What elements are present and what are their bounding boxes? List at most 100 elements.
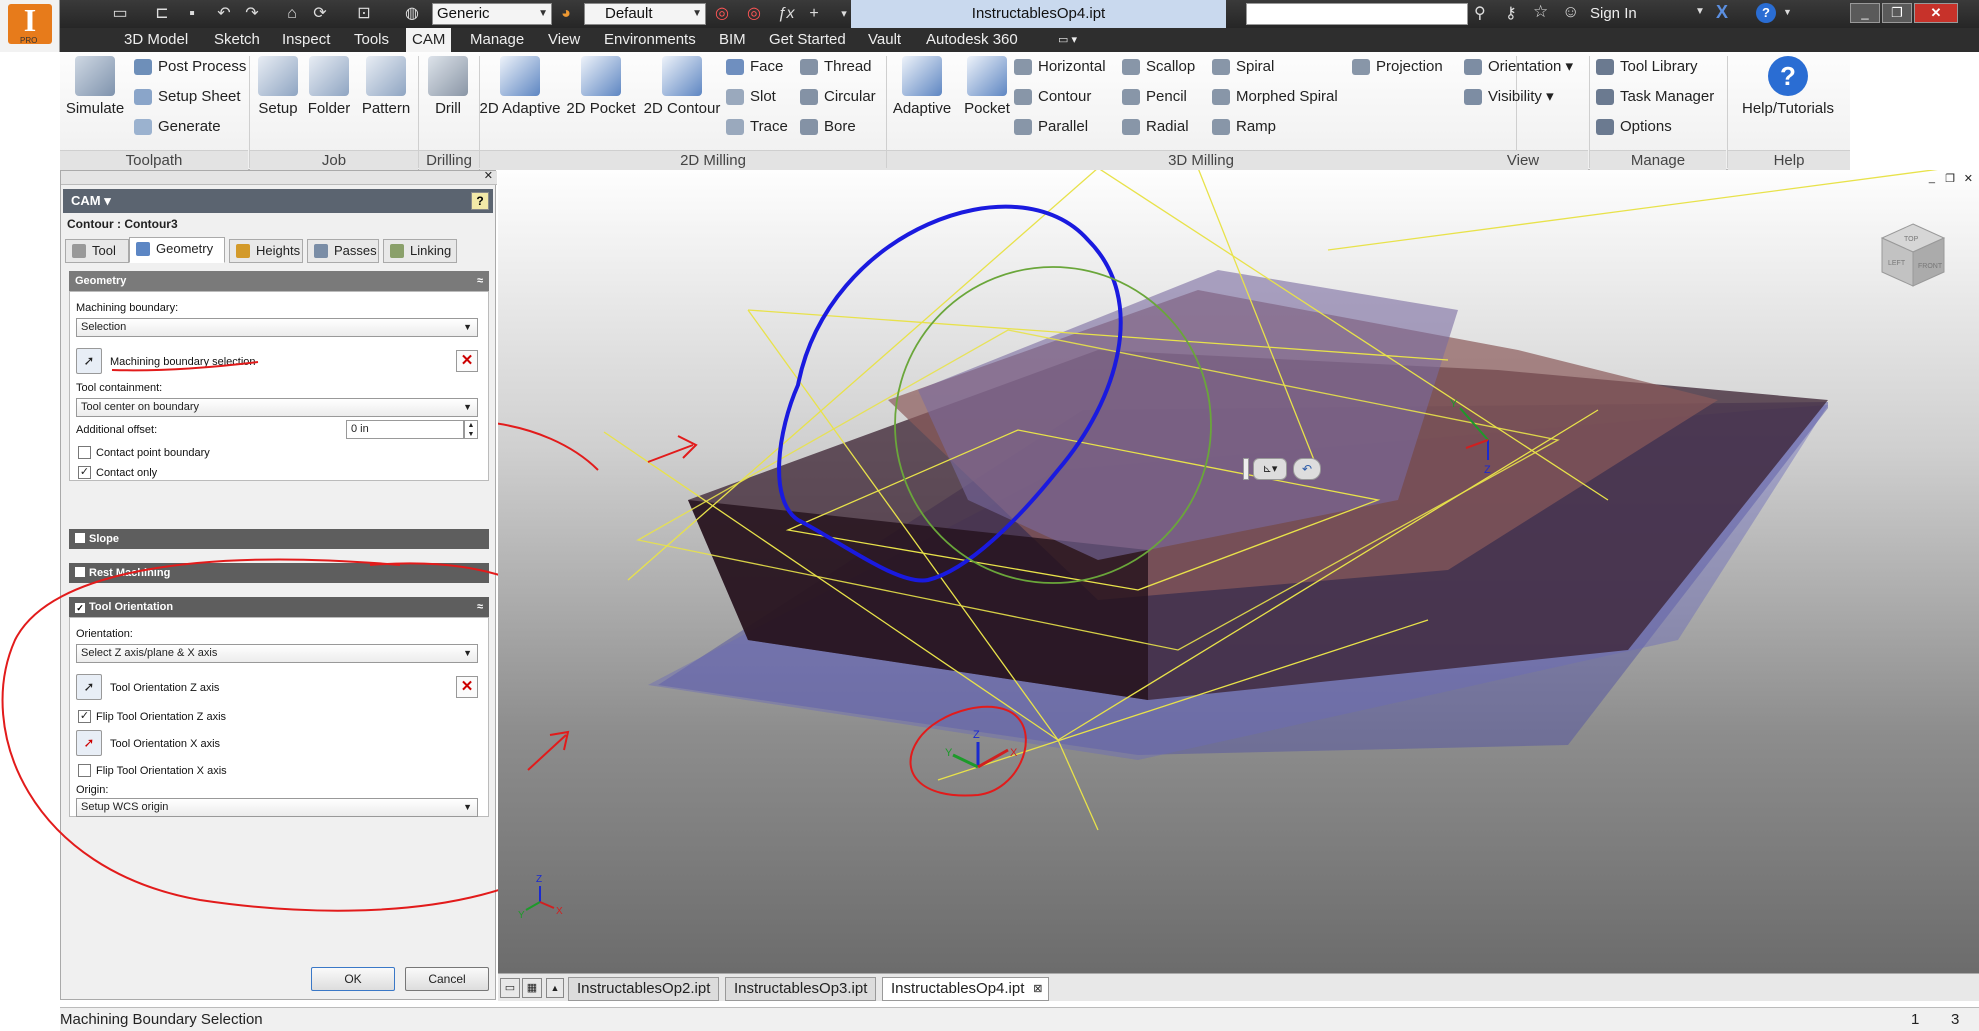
tab-heights[interactable]: Heights [229, 239, 303, 263]
tab-bim[interactable]: BIM [719, 28, 746, 52]
2d-contour-button[interactable]: 2D Contour [640, 56, 724, 117]
setup-sheet-button[interactable]: Setup Sheet [132, 86, 241, 108]
appearance-combo[interactable]: Default ▼ [584, 3, 706, 25]
exchange-icon[interactable]: X [1716, 2, 1728, 23]
tab-manage[interactable]: Manage [470, 28, 524, 52]
tab-sketch[interactable]: Sketch [214, 28, 260, 52]
circular-button[interactable]: Circular [798, 86, 876, 108]
close-button[interactable]: ✕ [1914, 3, 1958, 23]
help-search-input[interactable] [1246, 3, 1468, 25]
folder-button[interactable]: Folder [304, 56, 354, 117]
2d-adaptive-button[interactable]: 2D Adaptive [474, 56, 566, 117]
viewport-restore-icon[interactable]: ❐ [1945, 172, 1955, 185]
tab-get-started[interactable]: Get Started [769, 28, 846, 52]
grid-view-icon[interactable]: ▦ [522, 978, 542, 998]
simulate-button[interactable]: Simulate [62, 56, 128, 117]
help-tutorials-button[interactable]: ? Help/Tutorials [1730, 56, 1846, 117]
morphed-spiral-button[interactable]: Morphed Spiral [1210, 86, 1338, 108]
panel-help-icon[interactable]: ? [471, 192, 489, 210]
spiral-button[interactable]: Spiral [1210, 56, 1274, 78]
ramp-button[interactable]: Ramp [1210, 116, 1276, 138]
adaptive-button[interactable]: Adaptive [886, 56, 958, 117]
undo-icon[interactable]: ↶ [212, 3, 236, 25]
visibility-button[interactable]: Visibility ▾ [1462, 86, 1554, 108]
ribbon-options-icon[interactable]: ▭ ▾ [1058, 28, 1077, 52]
undo-view-icon[interactable]: ↶ [1293, 458, 1321, 480]
doc-tab-op2[interactable]: InstructablesOp2.ipt [568, 977, 720, 1001]
pattern-button[interactable]: Pattern [356, 56, 416, 117]
tab-cam[interactable]: CAM [406, 28, 452, 52]
minimize-button[interactable]: _ [1850, 3, 1880, 23]
post-process-button[interactable]: Post Process [132, 56, 246, 78]
doc-tab-op4[interactable]: InstructablesOp4.ipt ⊠ [882, 977, 1050, 1001]
trace-button[interactable]: Trace [724, 116, 788, 138]
mini-grip[interactable] [1243, 458, 1249, 480]
tab-geometry[interactable]: Geometry [129, 237, 225, 263]
contour-button[interactable]: Contour [1012, 86, 1091, 108]
cancel-button[interactable]: Cancel [405, 967, 489, 991]
3d-viewport[interactable]: Y Z X Y Z Z Y X ⊾▾ ↶ TOP FRONT LEFT _ ❐ … [498, 170, 1979, 973]
app-logo[interactable]: I PRO [0, 0, 60, 52]
scallop-button[interactable]: Scallop [1120, 56, 1195, 78]
machining-boundary-select[interactable]: Selection ▼ [76, 318, 478, 337]
viewport-minimize-icon[interactable]: _ [1929, 172, 1935, 184]
setup-button[interactable]: Setup [254, 56, 302, 117]
pencil-button[interactable]: Pencil [1120, 86, 1187, 108]
tab-tool[interactable]: Tool [65, 239, 129, 263]
horizontal-button[interactable]: Horizontal [1012, 56, 1106, 78]
viewport-close-icon[interactable]: ✕ [1964, 172, 1973, 185]
new-icon[interactable]: ▭ [108, 3, 132, 25]
tab-tools[interactable]: Tools [354, 28, 389, 52]
help-icon[interactable]: ? [1756, 3, 1776, 23]
select-icon[interactable]: ⊡ [352, 3, 376, 25]
bore-button[interactable]: Bore [798, 116, 856, 138]
projection-button[interactable]: Projection [1350, 56, 1443, 78]
panel-header[interactable]: CAM ▾ ? [63, 189, 493, 213]
home-icon[interactable]: ⌂ [280, 3, 304, 25]
drill-button[interactable]: Drill [422, 56, 474, 117]
update-icon[interactable]: ⟳ [308, 3, 332, 25]
slot-button[interactable]: Slot [724, 86, 776, 108]
tab-passes[interactable]: Passes [307, 239, 379, 263]
tab-vault[interactable]: Vault [868, 28, 901, 52]
star-icon[interactable]: ☆ [1533, 2, 1548, 22]
tab-view[interactable]: View [548, 28, 580, 52]
tab-environments[interactable]: Environments [604, 28, 696, 52]
plus-icon[interactable]: + [802, 3, 826, 25]
material-combo[interactable]: Generic ▼ [432, 3, 552, 25]
face-button[interactable]: Face [724, 56, 783, 78]
thread-button[interactable]: Thread [798, 56, 872, 78]
panel-close-icon[interactable]: ✕ [484, 169, 493, 182]
ok-button[interactable]: OK [311, 967, 395, 991]
close-tab-icon[interactable]: ⊠ [1033, 978, 1042, 1000]
key-icon[interactable]: ⚷ [1505, 3, 1517, 23]
radial-button[interactable]: Radial [1120, 116, 1189, 138]
tab-linking[interactable]: Linking [383, 239, 457, 263]
binoculars-icon[interactable]: ⚲ [1474, 3, 1486, 23]
adjust-icon[interactable]: ◎ [742, 3, 766, 25]
doc-tab-op3[interactable]: InstructablesOp3.ipt [725, 977, 877, 1001]
task-manager-button[interactable]: Task Manager [1594, 86, 1714, 108]
sign-in-dropdown-icon[interactable]: ▼ [1695, 6, 1705, 17]
pocket-button[interactable]: Pocket [958, 56, 1016, 117]
redo-icon[interactable]: ↷ [240, 3, 264, 25]
open-icon[interactable]: ⊏ [150, 3, 174, 25]
tab-list-icon[interactable]: ▲ [546, 978, 564, 998]
orientation-button[interactable]: Orientation ▾ [1462, 56, 1573, 78]
tab-3d-model[interactable]: 3D Model [124, 28, 188, 52]
clear-appearance-icon[interactable]: ◎ [710, 3, 734, 25]
tab-autodesk-360[interactable]: Autodesk 360 [926, 28, 1018, 52]
2d-pocket-button[interactable]: 2D Pocket [564, 56, 638, 117]
restore-button[interactable]: ❐ [1882, 3, 1912, 23]
color-wheel-icon[interactable]: ◕ [554, 3, 578, 25]
sign-in-link[interactable]: Sign In [1590, 5, 1637, 22]
collapse-icon[interactable]: ≈ [477, 271, 483, 291]
tool-library-button[interactable]: Tool Library [1594, 56, 1698, 78]
viewcube[interactable]: TOP FRONT LEFT [1878, 220, 1948, 290]
tab-inspect[interactable]: Inspect [282, 28, 330, 52]
fx-icon[interactable]: ƒx [774, 3, 798, 25]
global-icon[interactable]: ◍ [400, 3, 424, 25]
tile-view-icon[interactable]: ▭ [500, 978, 520, 998]
save-icon[interactable]: ▪ [180, 3, 204, 25]
parallel-button[interactable]: Parallel [1012, 116, 1088, 138]
